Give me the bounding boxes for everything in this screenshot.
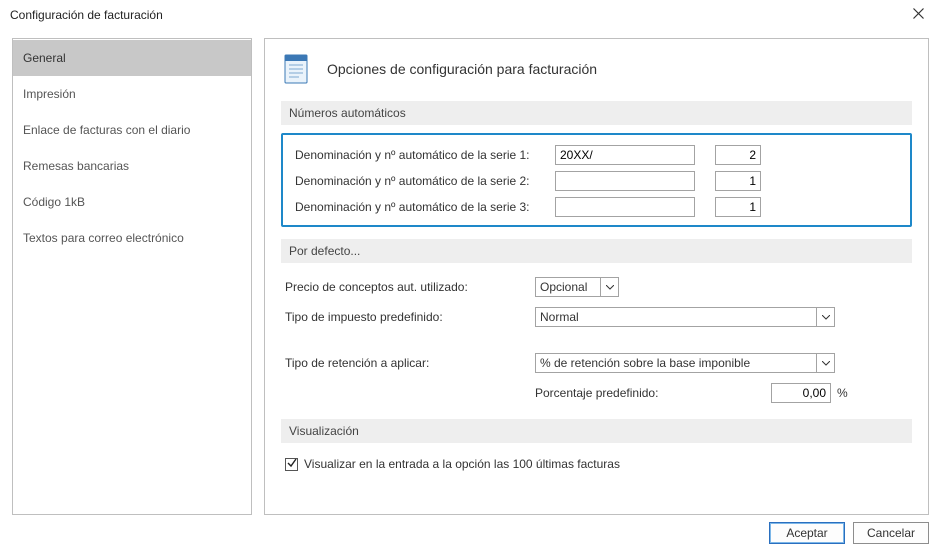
serie-3-label: Denominación y nº automático de la serie… — [295, 200, 545, 214]
check-icon — [287, 457, 297, 471]
serie-2-label: Denominación y nº automático de la serie… — [295, 174, 545, 188]
price-select[interactable]: Opcional — [535, 277, 619, 297]
sidebar-item-label: General — [23, 51, 66, 65]
chevron-down-icon — [816, 308, 834, 326]
close-icon — [913, 8, 924, 22]
sidebar-item-label: Impresión — [23, 87, 76, 101]
percentage-input[interactable] — [771, 383, 831, 403]
price-select-value: Opcional — [540, 280, 587, 294]
cancel-button-label: Cancelar — [867, 526, 915, 540]
sidebar-item-label: Código 1kB — [23, 195, 85, 209]
price-label: Precio de conceptos aut. utilizado: — [285, 280, 535, 294]
serie-row-2: Denominación y nº automático de la serie… — [295, 171, 898, 191]
sidebar-item-general[interactable]: General — [13, 40, 251, 76]
tax-label: Tipo de impuesto predefinido: — [285, 310, 535, 324]
percentage-row: Porcentaje predefinido: % — [535, 383, 908, 403]
visual-checkbox-row: Visualizar en la entrada a la opción las… — [281, 451, 912, 477]
cancel-button[interactable]: Cancelar — [853, 522, 929, 544]
sidebar-item-label: Textos para correo electrónico — [23, 231, 184, 245]
dialog-footer: Aceptar Cancelar — [0, 519, 941, 555]
sidebar-item-label: Enlace de facturas con el diario — [23, 123, 190, 137]
serie-1-text-input[interactable] — [555, 145, 695, 165]
serie-2-num-input[interactable] — [715, 171, 761, 191]
document-icon — [281, 53, 313, 85]
sidebar-item-label: Remesas bancarias — [23, 159, 129, 173]
body-area: General Impresión Enlace de facturas con… — [0, 30, 941, 519]
sidebar-item-textos-correo[interactable]: Textos para correo electrónico — [13, 220, 251, 256]
section-title-defaults: Por defecto... — [281, 239, 912, 263]
serie-3-num-input[interactable] — [715, 197, 761, 217]
accept-button-label: Aceptar — [786, 526, 827, 540]
visual-checkbox-label: Visualizar en la entrada a la opción las… — [304, 457, 620, 471]
titlebar: Configuración de facturación — [0, 0, 941, 30]
close-button[interactable] — [895, 0, 941, 30]
sidebar-item-impresion[interactable]: Impresión — [13, 76, 251, 112]
panel-title: Opciones de configuración para facturaci… — [327, 61, 597, 77]
defaults-grid: Precio de conceptos aut. utilizado: Opci… — [281, 271, 912, 405]
serie-1-num-input[interactable] — [715, 145, 761, 165]
sidebar-item-enlace-diario[interactable]: Enlace de facturas con el diario — [13, 112, 251, 148]
retention-select[interactable]: % de retención sobre la base imponible — [535, 353, 835, 373]
percentage-label: Porcentaje predefinido: — [535, 386, 765, 400]
retention-label: Tipo de retención a aplicar: — [285, 356, 535, 370]
sidebar: General Impresión Enlace de facturas con… — [12, 38, 252, 515]
serie-3-text-input[interactable] — [555, 197, 695, 217]
sidebar-item-remesas[interactable]: Remesas bancarias — [13, 148, 251, 184]
dialog-window: Configuración de facturación General Imp… — [0, 0, 941, 555]
chevron-down-icon — [816, 354, 834, 372]
retention-select-value: % de retención sobre la base imponible — [540, 356, 750, 370]
accept-button[interactable]: Aceptar — [769, 522, 845, 544]
window-title: Configuración de facturación — [10, 8, 895, 22]
section-title-auto-numbers: Números automáticos — [281, 101, 912, 125]
panel-header: Opciones de configuración para facturaci… — [281, 53, 912, 85]
percentage-suffix: % — [837, 386, 848, 400]
serie-row-1: Denominación y nº automático de la serie… — [295, 145, 898, 165]
auto-numbers-box: Denominación y nº automático de la serie… — [281, 133, 912, 227]
serie-2-text-input[interactable] — [555, 171, 695, 191]
main-panel: Opciones de configuración para facturaci… — [264, 38, 929, 515]
serie-row-3: Denominación y nº automático de la serie… — [295, 197, 898, 217]
serie-1-label: Denominación y nº automático de la serie… — [295, 148, 545, 162]
tax-select-value: Normal — [540, 310, 579, 324]
chevron-down-icon — [600, 278, 618, 296]
section-title-visual: Visualización — [281, 419, 912, 443]
sidebar-item-codigo-1kb[interactable]: Código 1kB — [13, 184, 251, 220]
visual-checkbox[interactable] — [285, 458, 298, 471]
tax-select[interactable]: Normal — [535, 307, 835, 327]
